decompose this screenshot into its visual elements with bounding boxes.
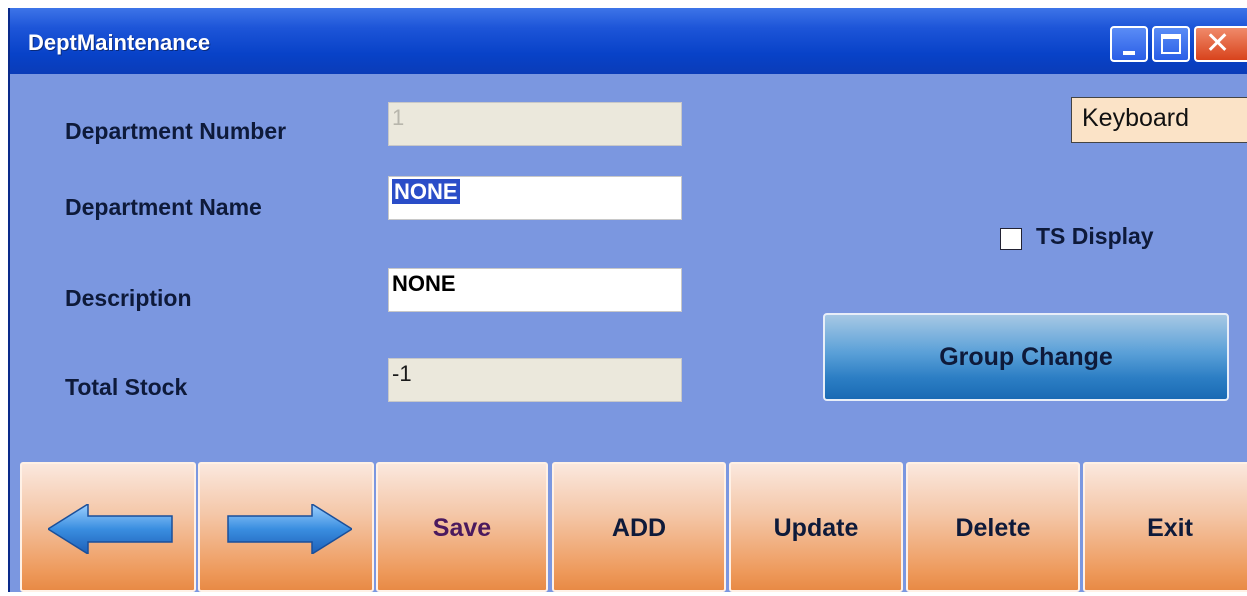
title-bar[interactable]: DeptMaintenance ✕ [10,8,1247,74]
dept-maintenance-window: DeptMaintenance ✕ Department Number Depa… [8,8,1247,592]
previous-button[interactable] [20,462,196,592]
department-name-label: Department Name [65,194,262,220]
close-button[interactable]: ✕ [1194,26,1247,62]
department-name-value: NONE [392,179,460,204]
update-button[interactable]: Update [729,462,903,592]
keyboard-button[interactable]: Keyboard [1071,97,1247,143]
next-button[interactable] [198,462,374,592]
add-button[interactable]: ADD [552,462,726,592]
right-arrow-icon [227,504,352,554]
window-title: DeptMaintenance [28,30,211,55]
total-stock-label: Total Stock [65,374,188,400]
maximize-button[interactable] [1152,26,1190,62]
minimize-icon [1123,51,1135,55]
total-stock-field: -1 [388,358,682,402]
department-number-label: Department Number [65,118,287,144]
close-icon: ✕ [1205,27,1231,60]
description-label: Description [65,285,192,311]
description-field[interactable]: NONE [388,268,682,312]
exit-button[interactable]: Exit [1083,462,1247,592]
group-change-button[interactable]: Group Change [823,313,1229,401]
department-number-field: 1 [388,102,682,146]
save-button[interactable]: Save [376,462,548,592]
ts-display-label: TS Display [1036,223,1154,249]
department-name-field[interactable]: NONE [388,176,682,220]
maximize-icon [1161,34,1181,54]
left-arrow-icon [48,504,173,554]
delete-button[interactable]: Delete [906,462,1080,592]
total-stock-value: -1 [392,361,412,386]
ts-display-checkbox[interactable] [1000,228,1022,250]
description-value: NONE [392,271,456,296]
minimize-button[interactable] [1110,26,1148,62]
department-number-value: 1 [392,105,405,130]
